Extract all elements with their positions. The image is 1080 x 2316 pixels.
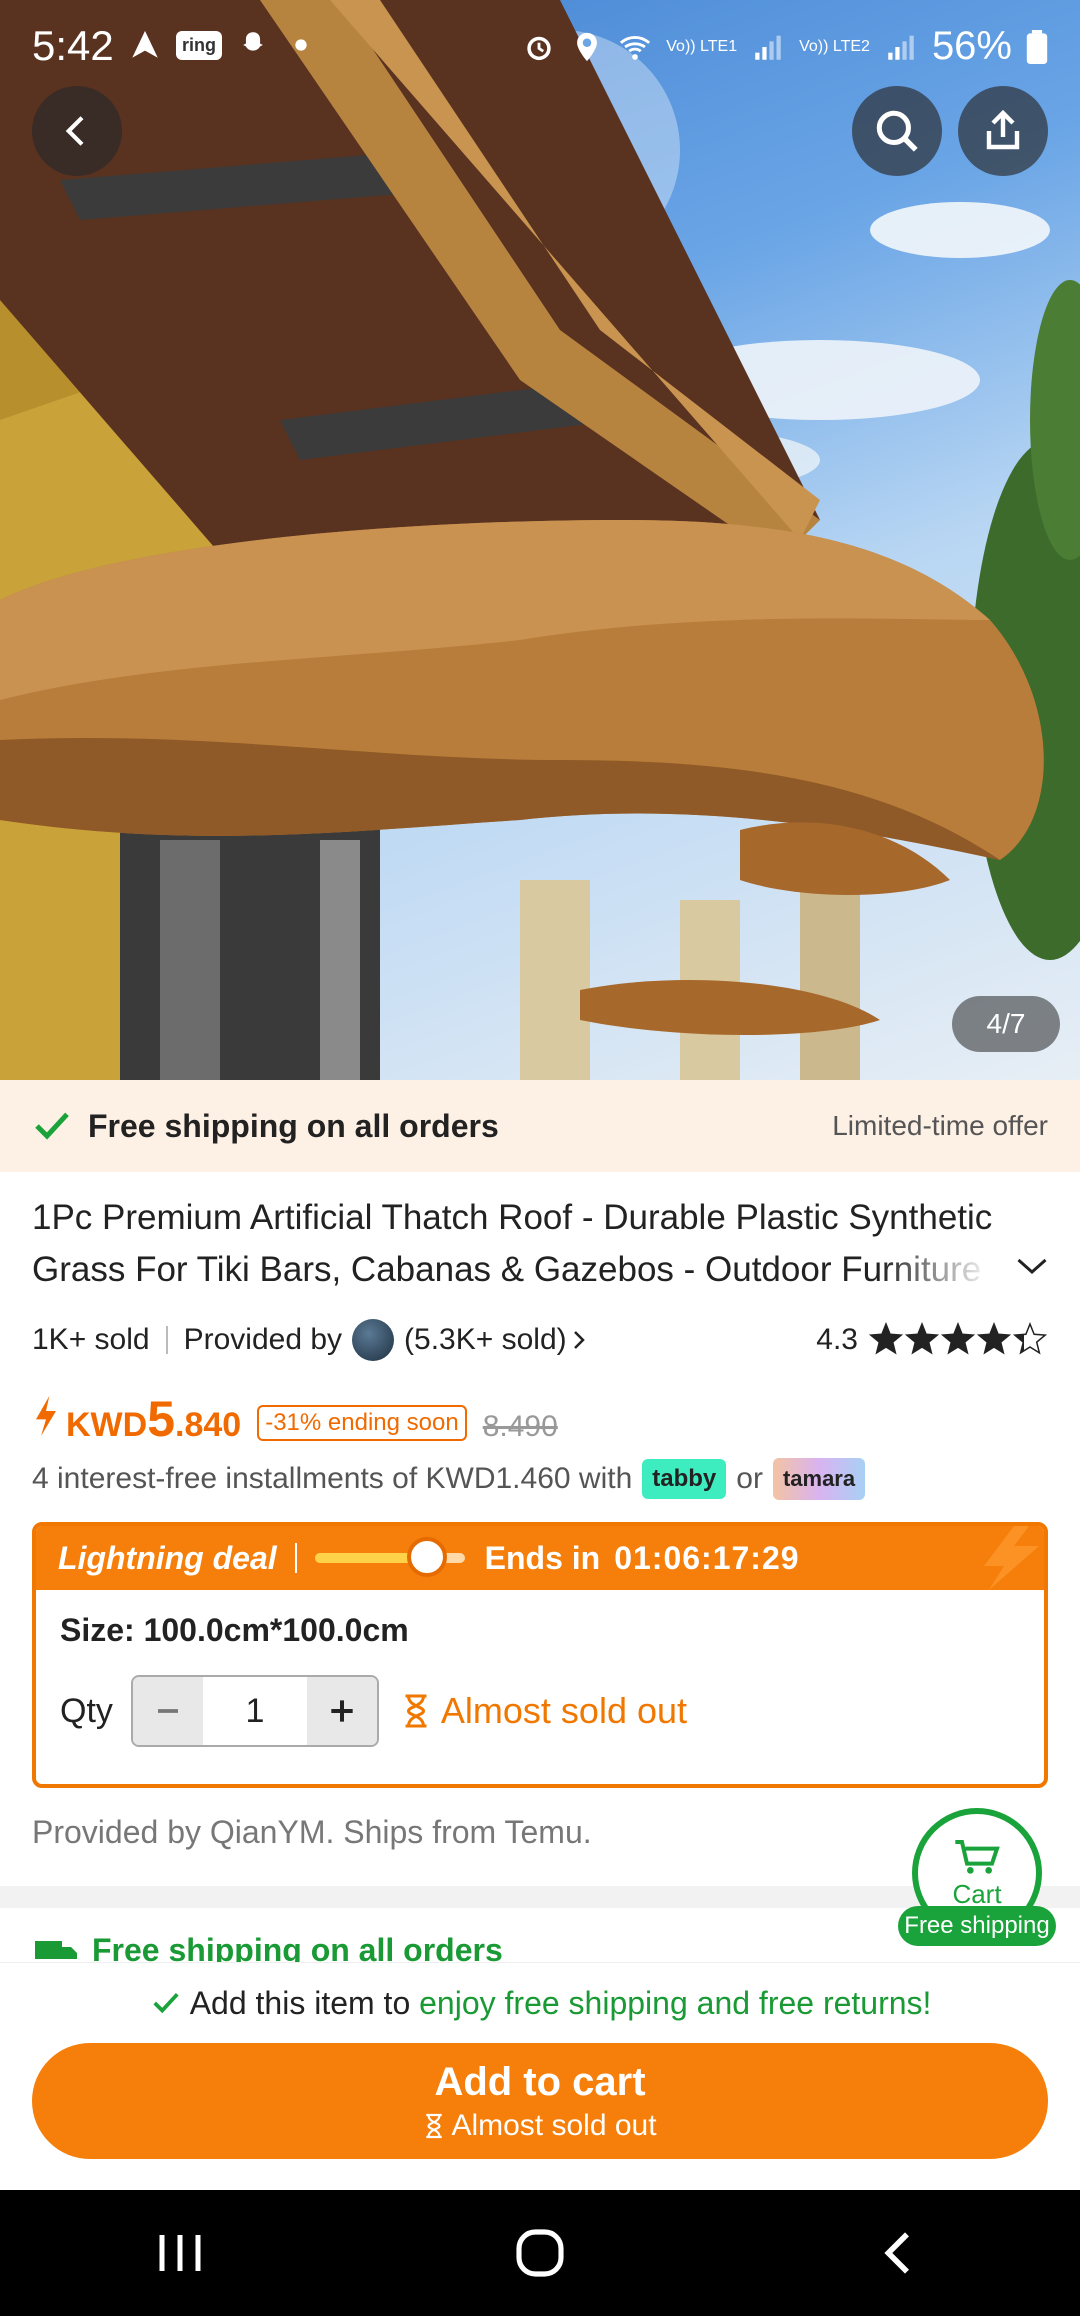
star-5 <box>1012 1322 1048 1355</box>
signal-2-icon <box>888 35 914 60</box>
battery-icon <box>1026 29 1048 64</box>
tabby-logo: tabby <box>642 1459 727 1499</box>
quantity-stepper[interactable]: 1 <box>130 1675 379 1747</box>
deal-divider <box>294 1543 297 1573</box>
decrease-button[interactable] <box>132 1677 203 1745</box>
snapchat-icon <box>243 32 263 51</box>
back-nav-icon[interactable] <box>870 2225 930 2281</box>
status-time: 5:42 <box>32 22 114 69</box>
share-button[interactable] <box>958 86 1048 176</box>
star-2 <box>904 1322 940 1355</box>
add-to-cart-button[interactable]: Add to cart Almost sold out <box>32 2043 1048 2159</box>
bottom-action-bar: Add this item to enjoy free shipping and… <box>0 1962 1080 2190</box>
clock-icon <box>407 1537 448 1577</box>
rating[interactable]: 4.3 <box>816 1322 1048 1358</box>
quantity-row: Qty 1 Almost sold out <box>60 1675 1020 1747</box>
price-row: KWD 5 .840 -31% ending soon 8.490 <box>32 1390 558 1452</box>
free-shipping-banner[interactable]: Free shipping on all orders Limited-time… <box>0 1080 1080 1172</box>
provided-by-line: Provided by QianYM. Ships from Temu. <box>32 1814 592 1850</box>
dot-icon <box>295 39 307 51</box>
network-1-label: Vo)) LTE1 <box>666 37 738 55</box>
lightning-icon <box>36 1396 56 1436</box>
location-icon <box>577 32 598 61</box>
provided-by-label: Provided by <box>183 1323 343 1356</box>
back-button[interactable] <box>32 86 122 176</box>
star-1 <box>868 1322 904 1355</box>
add-to-cart-sub-text: Almost sold out <box>451 2108 657 2142</box>
star-3 <box>940 1322 976 1355</box>
quantity-value[interactable]: 1 <box>203 1677 307 1745</box>
check-icon <box>152 1992 179 2014</box>
hourglass-icon <box>426 2113 443 2138</box>
network-2-label: Vo)) LTE2 <box>799 37 870 55</box>
system-nav-bar <box>0 2190 1080 2316</box>
sold-count: 1K+ sold <box>32 1323 150 1356</box>
star-rating-icon <box>868 1322 1048 1355</box>
star-4 <box>976 1322 1012 1355</box>
promo-highlight: enjoy free shipping and free returns! <box>419 1985 932 2021</box>
size-selection[interactable]: Size: 100.0cm*100.0cm <box>60 1612 1020 1649</box>
deal-progress-bar <box>314 1537 465 1577</box>
check-icon <box>35 1112 69 1140</box>
free-shipping-section[interactable]: Free shipping on all orders <box>32 1932 1048 1962</box>
lightning-decor-icon <box>984 1526 1039 1590</box>
minus-icon <box>157 1709 178 1713</box>
product-meta-row: 1K+ sold Provided by (5.3K+ sold) 4.3 <box>32 1314 1048 1366</box>
chevron-left-icon <box>65 116 84 146</box>
share-icon <box>986 109 1020 150</box>
search-icon <box>876 110 918 152</box>
cart-label: Cart <box>952 1878 1002 1909</box>
deal-label: Lightning deal <box>58 1539 277 1576</box>
rating-value: 4.3 <box>816 1323 858 1356</box>
truck-icon <box>35 1941 77 1959</box>
free-shipping-section-text: Free shipping on all orders <box>92 1932 503 1962</box>
navigation-arrow-icon <box>132 30 158 58</box>
deal-timer: 01:06:17:29 <box>614 1539 800 1576</box>
status-bar: 5:42 ring Vo)) LTE1 Vo)) LTE2 56% <box>0 0 1080 96</box>
signal-1-icon <box>755 35 781 60</box>
price-currency: KWD <box>66 1406 148 1444</box>
home-icon[interactable] <box>510 2225 570 2281</box>
installments-text: 4 interest-free installments of KWD1.460… <box>32 1462 633 1495</box>
divider <box>165 1326 168 1354</box>
stock-status-text: Almost sold out <box>440 1690 688 1731</box>
ring-app-icon: ring <box>176 30 222 60</box>
search-button[interactable] <box>852 86 942 176</box>
wifi-icon <box>620 35 651 60</box>
price-integer: 5 <box>147 1391 176 1447</box>
add-to-cart-sub: Almost sold out <box>423 2108 657 2143</box>
store-avatar[interactable] <box>352 1319 395 1361</box>
promo-line: Add this item to enjoy free shipping and… <box>0 1985 1080 2022</box>
increase-button[interactable] <box>306 1677 377 1745</box>
lightning-deal-box: Lightning deal Ends in 01:06:17:29 Size:… <box>32 1522 1048 1788</box>
ends-label: Ends in <box>484 1539 601 1576</box>
hourglass-icon <box>405 1694 427 1728</box>
tamara-logo: tamara <box>772 1458 866 1500</box>
limited-offer-text: Limited-time offer <box>832 1110 1048 1141</box>
original-price: 8.490 <box>482 1410 558 1443</box>
alarm-icon <box>527 36 551 60</box>
recent-apps-icon[interactable] <box>150 2228 210 2278</box>
chevron-down-icon[interactable] <box>1014 1252 1050 1280</box>
store-sold-count[interactable]: (5.3K+ sold) <box>404 1323 567 1357</box>
product-title[interactable]: 1Pc Premium Artificial Thatch Roof - Dur… <box>32 1192 1012 1296</box>
price-decimal: .840 <box>175 1406 242 1444</box>
deal-header: Lightning deal Ends in 01:06:17:29 <box>36 1526 1044 1590</box>
qty-label: Qty <box>60 1691 113 1730</box>
or-text: or <box>736 1462 763 1495</box>
installments-row[interactable]: 4 interest-free installments of KWD1.460… <box>32 1454 866 1504</box>
free-shipping-text: Free shipping on all orders <box>88 1107 499 1144</box>
discount-badge: -31% ending soon <box>257 1405 467 1441</box>
promo-prefix: Add this item to <box>189 1985 411 2021</box>
plus-icon <box>331 1700 353 1722</box>
free-shipping-pill: Free shipping <box>898 1906 1056 1946</box>
stock-status: Almost sold out <box>401 1690 687 1732</box>
title-fade <box>880 1244 1020 1296</box>
chevron-right-icon[interactable] <box>567 1326 591 1354</box>
image-counter: 4/7 <box>952 996 1060 1052</box>
cart-icon <box>955 1839 1000 1874</box>
battery-percent: 56% <box>931 24 1012 68</box>
add-to-cart-label: Add to cart <box>434 2059 646 2104</box>
